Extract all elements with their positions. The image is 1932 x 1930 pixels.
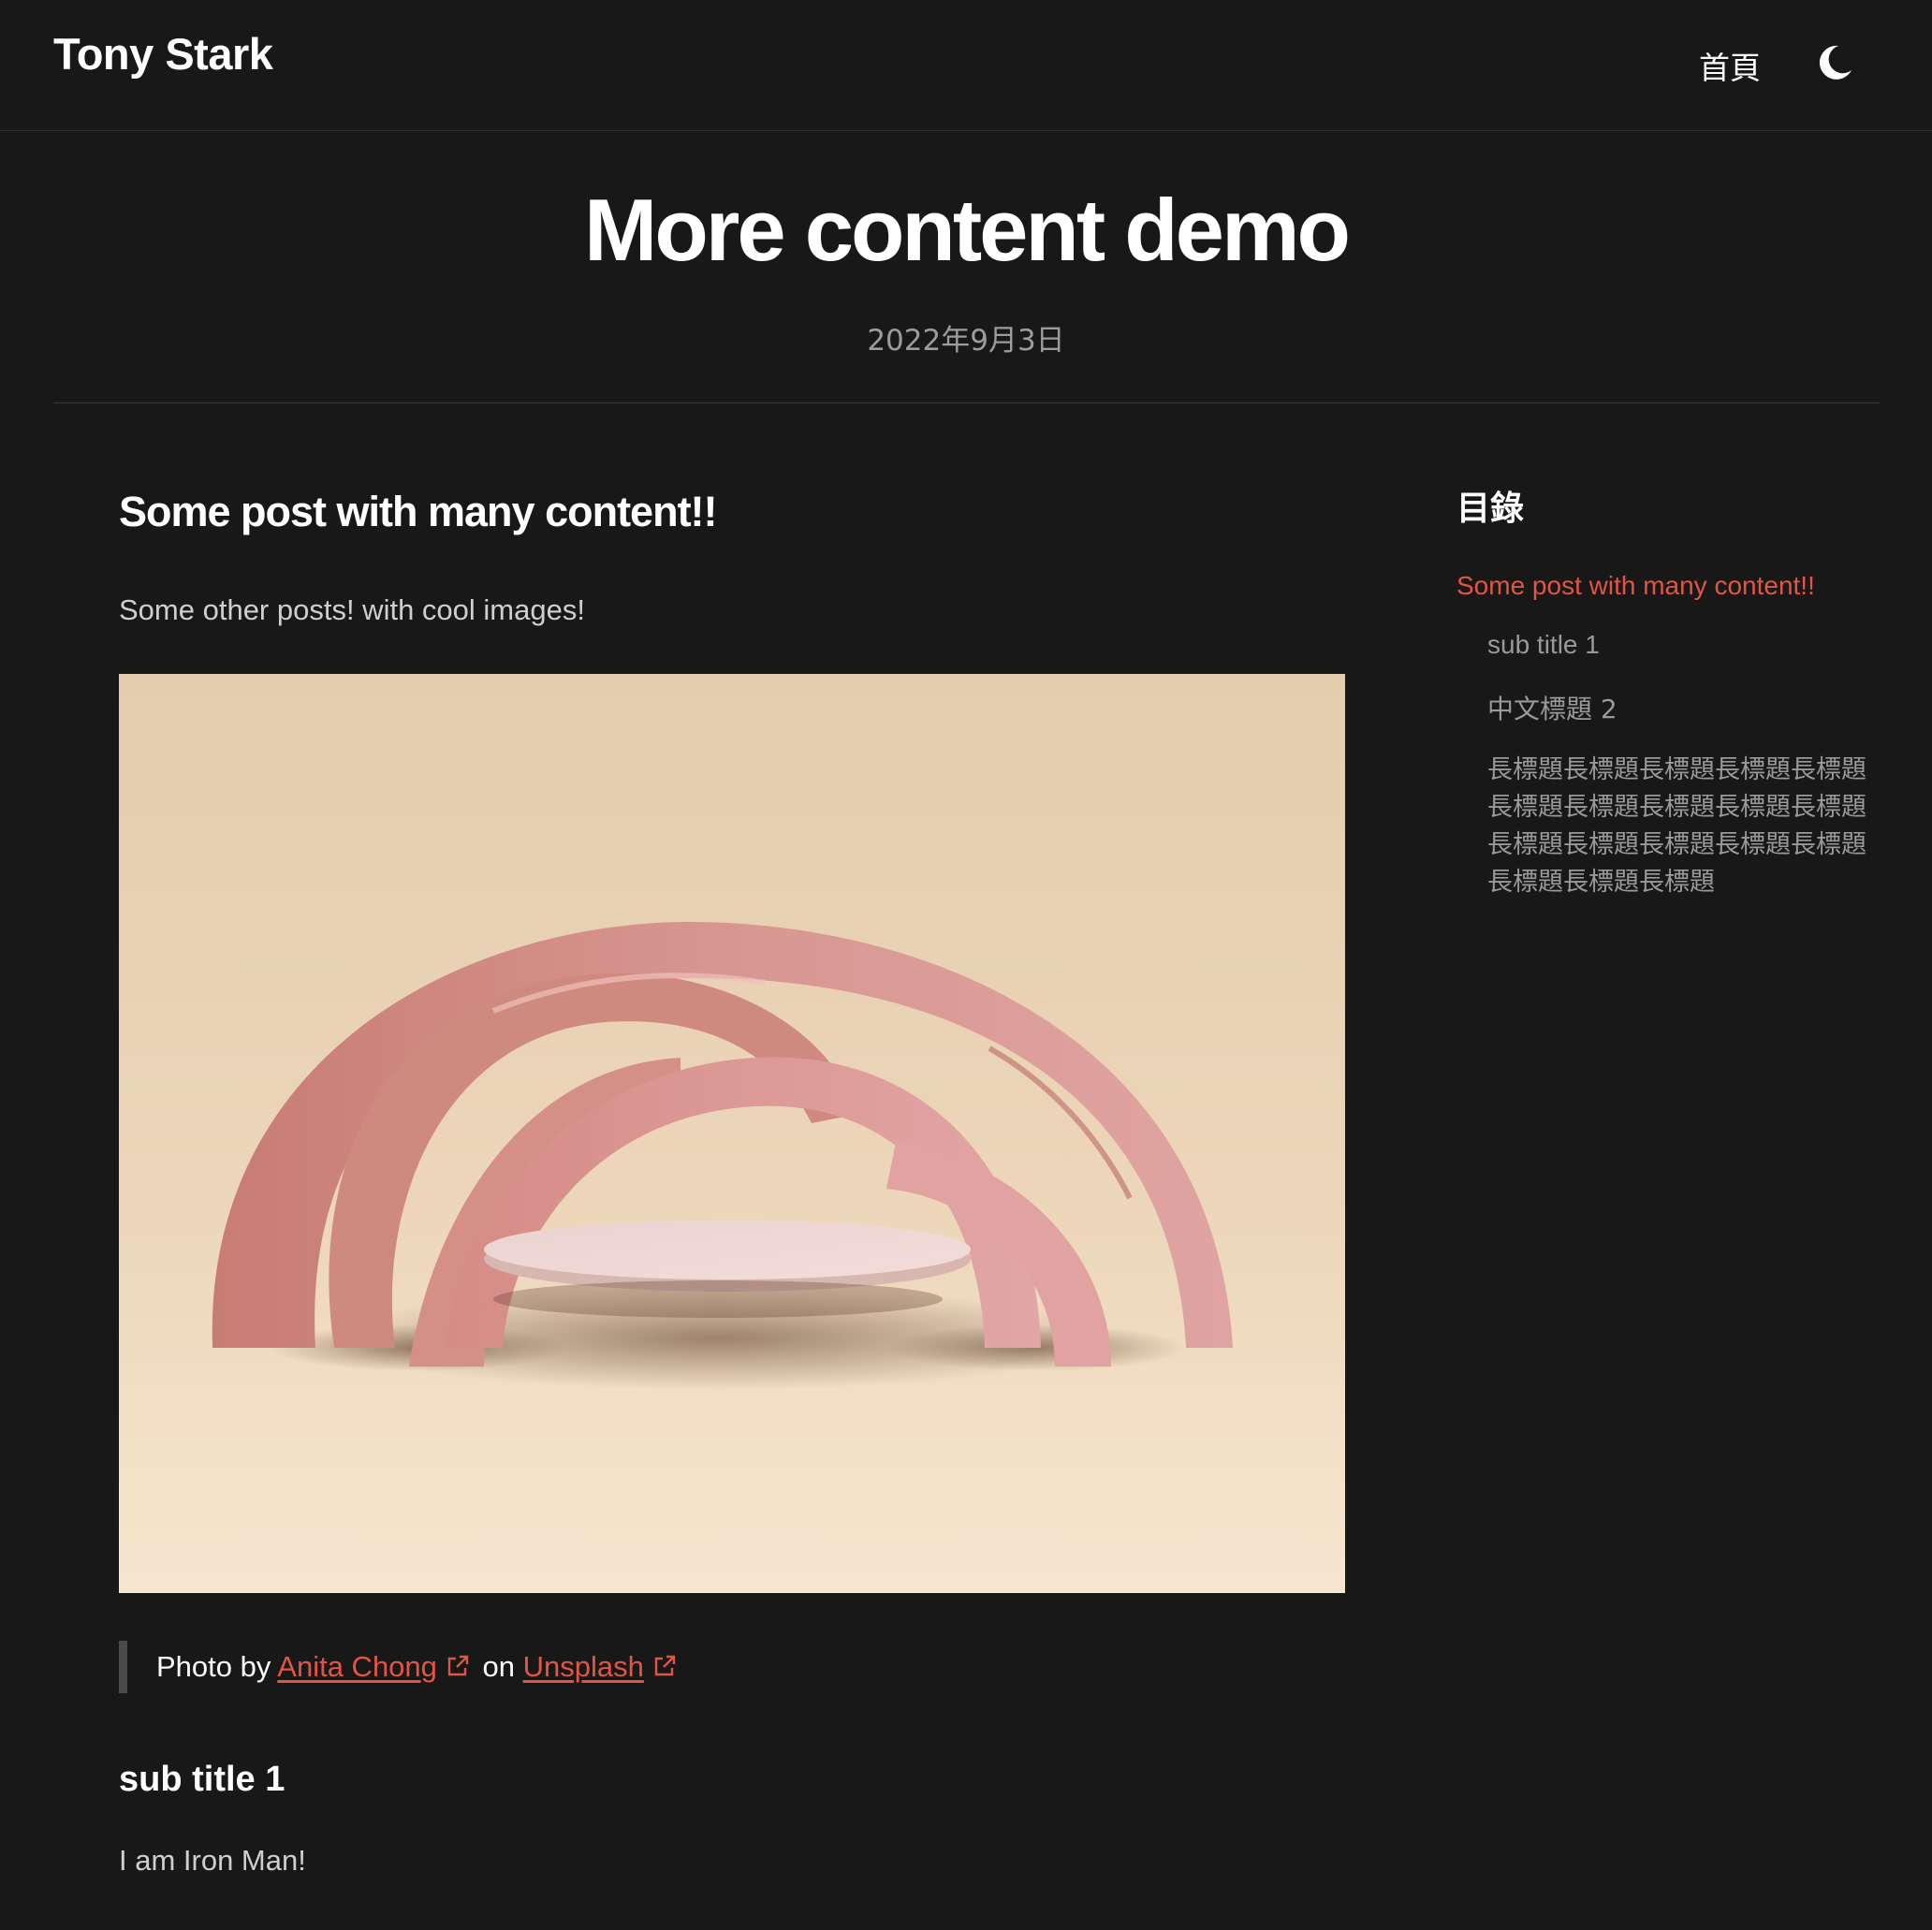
author-link[interactable]: Anita Chong	[277, 1650, 437, 1683]
external-link-icon[interactable]	[445, 1653, 471, 1679]
nav-home-link[interactable]: 首頁	[1699, 43, 1761, 88]
post-content: Some post with many content!! Some other…	[119, 468, 1345, 1877]
toc-list: Some post with many content!! sub title …	[1456, 571, 1887, 901]
section-heading: Some post with many content!!	[119, 488, 718, 535]
header-divider	[53, 402, 1880, 403]
toc-heading: 目錄	[1456, 490, 1525, 528]
photo-credit: Photo by Anita Chong on Unsplash	[119, 1641, 681, 1693]
post-date: 2022年9月3日	[867, 324, 1065, 358]
subsection-paragraph: I am Iron Man!	[119, 1844, 306, 1877]
subsection-heading: sub title 1	[119, 1760, 285, 1799]
table-of-contents: 目錄 Some post with many content!! sub tit…	[1456, 481, 1887, 901]
external-link-icon[interactable]	[651, 1653, 678, 1679]
post-title: More content demo	[584, 181, 1351, 279]
toc-item[interactable]: 中文標題 2	[1456, 689, 1887, 726]
moon-icon[interactable]	[1814, 42, 1855, 83]
site-header: Tony Stark 首頁	[0, 0, 1932, 131]
toc-item[interactable]: 長標題長標題長標題長標題長標題長標題長標題長標題長標題長標題長標題長標題長標題長…	[1456, 752, 1878, 901]
unsplash-link[interactable]: Unsplash	[523, 1650, 644, 1683]
credit-prefix: Photo by	[156, 1650, 271, 1683]
site-title-link[interactable]: Tony Stark	[53, 28, 273, 80]
toc-item[interactable]: sub title 1	[1456, 630, 1887, 660]
toc-item-active[interactable]: Some post with many content!!	[1456, 571, 1887, 601]
hero-image	[119, 674, 1345, 1593]
credit-middle: on	[482, 1650, 516, 1683]
intro-paragraph: Some other posts! with cool images!	[119, 593, 585, 626]
